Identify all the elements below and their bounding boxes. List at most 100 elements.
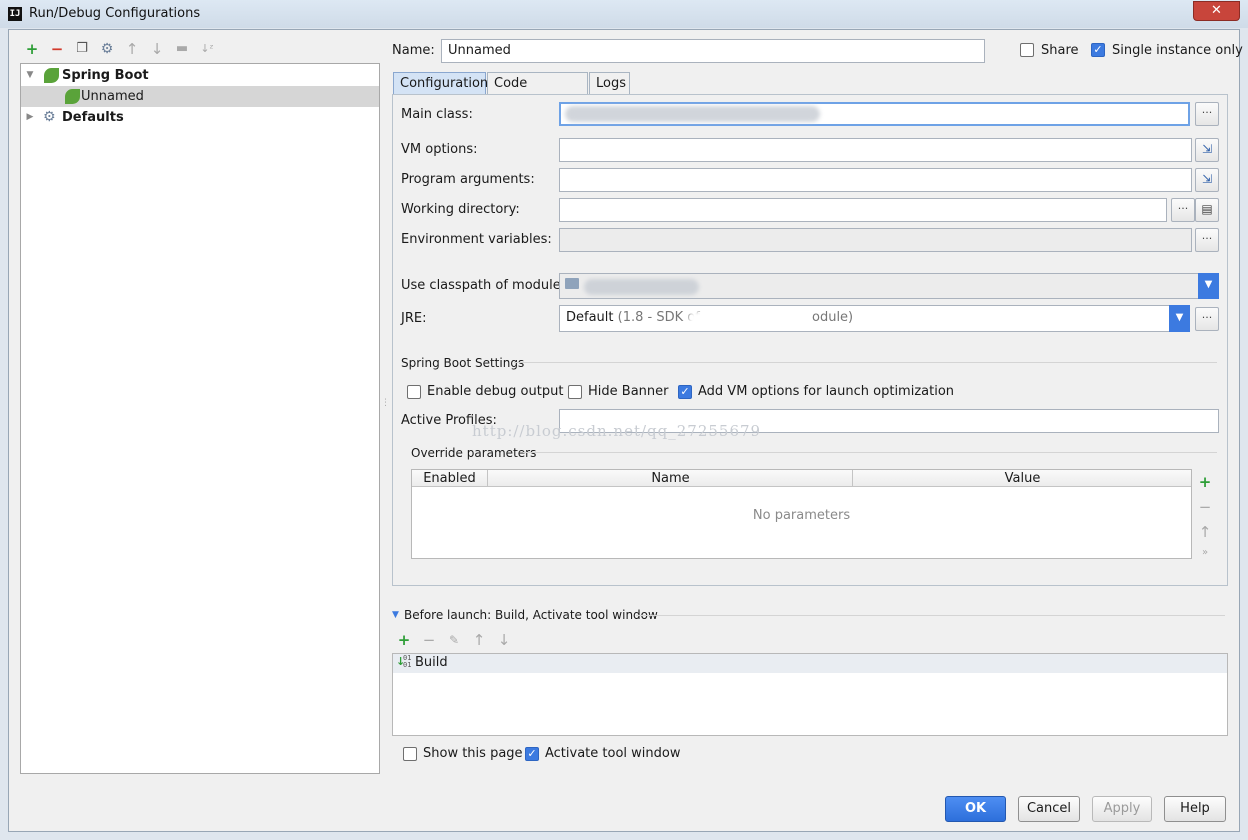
list-item-label: Build: [415, 655, 448, 670]
copy-icon[interactable]: ❐: [73, 40, 91, 58]
jre-value: Default: [566, 310, 614, 325]
override-heading: Override parameters: [411, 446, 537, 460]
jre-browse-button[interactable]: ···: [1195, 307, 1219, 331]
collapse-icon[interactable]: ▼: [392, 610, 399, 620]
main-class-input[interactable]: [559, 102, 1190, 126]
vm-options-label: VM options:: [401, 142, 478, 157]
expand-field-icon[interactable]: ⇲: [1195, 168, 1219, 192]
tab-code-coverage[interactable]: Code Coverage: [487, 72, 588, 113]
classpath-select[interactable]: ▼: [559, 273, 1219, 299]
program-args-input[interactable]: [559, 168, 1192, 192]
add-icon[interactable]: +: [23, 40, 41, 58]
title-bar: IJ Run/Debug Configurations ✕: [0, 0, 1248, 28]
redacted-blur: [565, 106, 820, 122]
splitter-handle[interactable]: ⋮: [381, 398, 390, 408]
expand-icon[interactable]: ▶: [25, 107, 35, 128]
spring-settings-heading: Spring Boot Settings: [401, 356, 525, 370]
vm-options-input[interactable]: [559, 138, 1192, 162]
column-enabled[interactable]: Enabled: [412, 470, 488, 487]
section-divider: [523, 452, 1217, 453]
arrow-up-icon[interactable]: ↑: [123, 40, 141, 58]
dialog-window: IJ Run/Debug Configurations ✕ + − ❐ ⚙ ↑ …: [0, 0, 1248, 840]
remove-icon[interactable]: −: [420, 631, 438, 649]
share-label: Share: [1041, 43, 1079, 58]
tab-configuration[interactable]: Configuration: [393, 72, 488, 95]
wrench-icon[interactable]: ⚙: [98, 40, 116, 58]
single-instance-checkbox[interactable]: ✓: [1091, 43, 1105, 57]
tree-item-label: Spring Boot: [62, 68, 149, 83]
arrow-down-icon[interactable]: ↓: [495, 631, 513, 649]
show-page-label: Show this page: [423, 746, 523, 761]
intellij-app-icon: IJ: [8, 7, 22, 21]
program-args-label: Program arguments:: [401, 172, 535, 187]
override-params-table[interactable]: Enabled Name Value No parameters: [411, 469, 1192, 559]
close-window-button[interactable]: ✕: [1193, 1, 1240, 21]
chevron-down-icon[interactable]: ▼: [1198, 273, 1219, 299]
config-tree[interactable]: ▼ Spring Boot Unnamed ▶ ⚙ Defaults: [20, 63, 380, 774]
move-up-icon[interactable]: ↑: [1196, 523, 1214, 541]
working-dir-input[interactable]: [559, 198, 1167, 222]
hide-banner-label: Hide Banner: [588, 384, 669, 399]
section-divider: [636, 615, 1225, 616]
watermark-text: http://blog.csdn.net/qq_27255679: [472, 422, 762, 440]
before-launch-list[interactable]: ↓ 01 01 Build: [392, 653, 1228, 736]
column-value[interactable]: Value: [854, 470, 1191, 487]
env-vars-browse-button[interactable]: ···: [1195, 228, 1219, 252]
add-param-icon[interactable]: +: [1196, 473, 1214, 491]
section-divider: [514, 362, 1217, 363]
module-folder-icon: [565, 278, 579, 289]
edit-icon[interactable]: ✎: [445, 631, 463, 649]
arrow-down-icon[interactable]: ↓: [148, 40, 166, 58]
activate-tool-checkbox[interactable]: ✓: [525, 747, 539, 761]
arrow-up-icon[interactable]: ↑: [470, 631, 488, 649]
tree-item-defaults[interactable]: ▶ ⚙ Defaults: [21, 107, 379, 128]
collapse-icon[interactable]: ▼: [25, 65, 35, 86]
jre-label: JRE:: [401, 311, 427, 326]
folder-icon[interactable]: ▬: [173, 40, 191, 58]
main-class-label: Main class:: [401, 107, 473, 122]
working-dir-browse-button[interactable]: ···: [1171, 198, 1195, 222]
name-input[interactable]: Unnamed: [441, 39, 985, 63]
enable-debug-label: Enable debug output: [427, 384, 564, 399]
enable-debug-checkbox[interactable]: [407, 385, 421, 399]
macro-icon[interactable]: ▤: [1195, 198, 1219, 222]
redacted-blur: [584, 279, 699, 295]
cancel-button[interactable]: Cancel: [1018, 796, 1080, 822]
add-vm-checkbox[interactable]: ✓: [678, 385, 692, 399]
list-item[interactable]: ↓ 01 01 Build: [393, 654, 1227, 673]
main-class-browse-button[interactable]: ···: [1195, 102, 1219, 126]
add-vm-label: Add VM options for launch optimization: [698, 384, 955, 399]
jre-select[interactable]: Default (1.8 - SDK of odule) ▼: [559, 305, 1190, 332]
table-header: Enabled Name Value: [412, 470, 1191, 487]
tree-item-unnamed[interactable]: Unnamed: [21, 86, 379, 107]
sort-icon[interactable]: ↓ᶻ: [198, 40, 216, 58]
add-icon[interactable]: +: [395, 631, 413, 649]
spring-leaf-icon: [44, 68, 59, 83]
binary-icon: 01 01: [403, 654, 412, 669]
share-checkbox[interactable]: [1020, 43, 1034, 57]
tab-logs[interactable]: Logs: [589, 72, 630, 95]
ok-button[interactable]: OK: [945, 796, 1006, 822]
tree-item-spring-boot[interactable]: ▼ Spring Boot: [21, 65, 379, 86]
name-label: Name:: [392, 43, 435, 58]
env-vars-label: Environment variables:: [401, 232, 552, 247]
working-dir-label: Working directory:: [401, 202, 520, 217]
classpath-label: Use classpath of module:: [401, 278, 566, 293]
tree-item-label: Defaults: [62, 110, 124, 125]
spring-leaf-icon: [65, 89, 80, 104]
env-vars-input[interactable]: [559, 228, 1192, 252]
tree-item-label: Unnamed: [81, 89, 144, 104]
hide-banner-checkbox[interactable]: [568, 385, 582, 399]
remove-icon[interactable]: −: [48, 40, 66, 58]
chevron-down-icon[interactable]: ▼: [1169, 305, 1190, 332]
wrench-icon: ⚙: [43, 109, 56, 125]
expand-field-icon[interactable]: ⇲: [1195, 138, 1219, 162]
show-page-checkbox[interactable]: [403, 747, 417, 761]
activate-tool-label: Activate tool window: [545, 746, 681, 761]
more-icon[interactable]: »: [1196, 544, 1214, 562]
help-button[interactable]: Help: [1164, 796, 1226, 822]
apply-button[interactable]: Apply: [1092, 796, 1152, 822]
before-launch-heading[interactable]: Before launch: Build, Activate tool wind…: [404, 608, 658, 622]
column-name[interactable]: Name: [489, 470, 853, 487]
remove-param-icon[interactable]: −: [1196, 498, 1214, 516]
